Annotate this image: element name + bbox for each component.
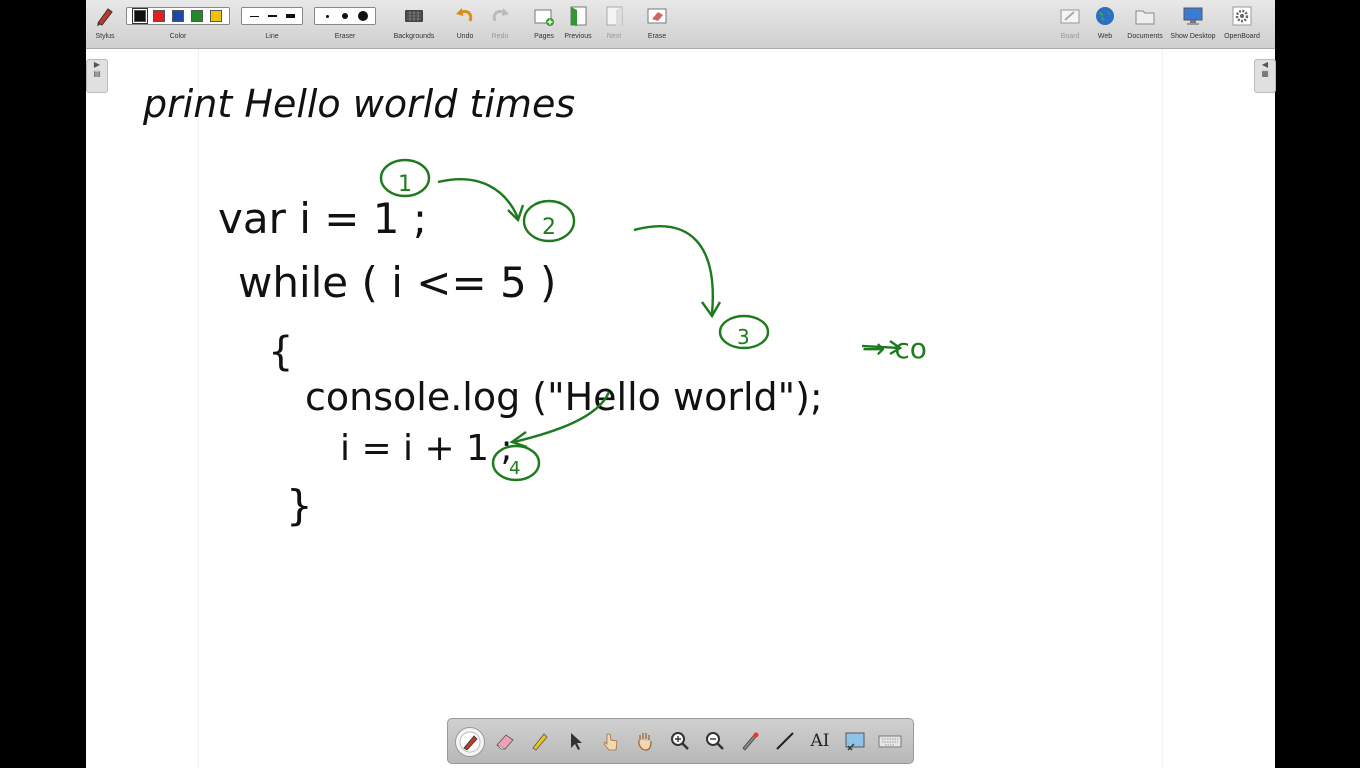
line-icon	[776, 732, 794, 750]
keyboard-tool-button[interactable]	[878, 729, 902, 753]
selector-tool-button[interactable]	[563, 729, 587, 753]
zoom-in-icon	[671, 732, 689, 750]
hand-tool-button[interactable]	[633, 729, 657, 753]
marker-tool-button[interactable]	[528, 729, 552, 753]
arrow-1-to-2	[437, 178, 520, 219]
code-line-close-brace: }	[286, 481, 313, 530]
pen-icon	[459, 731, 481, 753]
code-line-open-brace: {	[268, 329, 293, 375]
capture-tool-button[interactable]	[843, 729, 867, 753]
marker-icon	[532, 733, 548, 751]
interact-icon	[603, 733, 618, 751]
code-line-var: var i = 1 ;	[218, 194, 427, 243]
pen-tool-button[interactable]	[455, 727, 485, 757]
laser-icon	[742, 732, 759, 751]
eraser-tool-button[interactable]	[493, 729, 517, 753]
arrow-2-to-3	[633, 225, 714, 315]
zoom-in-tool-button[interactable]	[668, 729, 692, 753]
capture-icon	[845, 732, 865, 751]
eraser-icon	[496, 734, 514, 750]
board-title: print Hello world times	[142, 82, 575, 126]
console-note: → co	[862, 332, 927, 365]
step-4-label: 4	[509, 458, 520, 479]
code-line-while: while ( i <= 5 )	[238, 258, 556, 307]
handwriting-layer: print Hello world times var i = 1 ; whil…	[142, 82, 927, 530]
selector-icon	[571, 733, 582, 750]
interact-tool-button[interactable]	[598, 729, 622, 753]
line-tool-button[interactable]	[773, 729, 797, 753]
code-line-console-log: console.log ("Hello world");	[305, 375, 823, 419]
keyboard-icon	[878, 735, 902, 748]
zoom-out-icon	[706, 732, 724, 750]
laser-pointer-tool-button[interactable]	[738, 729, 762, 753]
text-tool-button[interactable]: AI	[808, 729, 832, 753]
text-icon: AI	[810, 731, 830, 751]
code-line-increment: i = i + 1 ;	[340, 428, 513, 469]
tool-palette: AI	[447, 718, 914, 764]
hand-icon	[638, 733, 652, 751]
step-1-label: 1	[398, 172, 412, 197]
arrow-2-to-3-head	[701, 301, 722, 319]
zoom-out-tool-button[interactable]	[703, 729, 727, 753]
step-2-label: 2	[542, 215, 556, 240]
step-3-label: 3	[737, 325, 750, 349]
